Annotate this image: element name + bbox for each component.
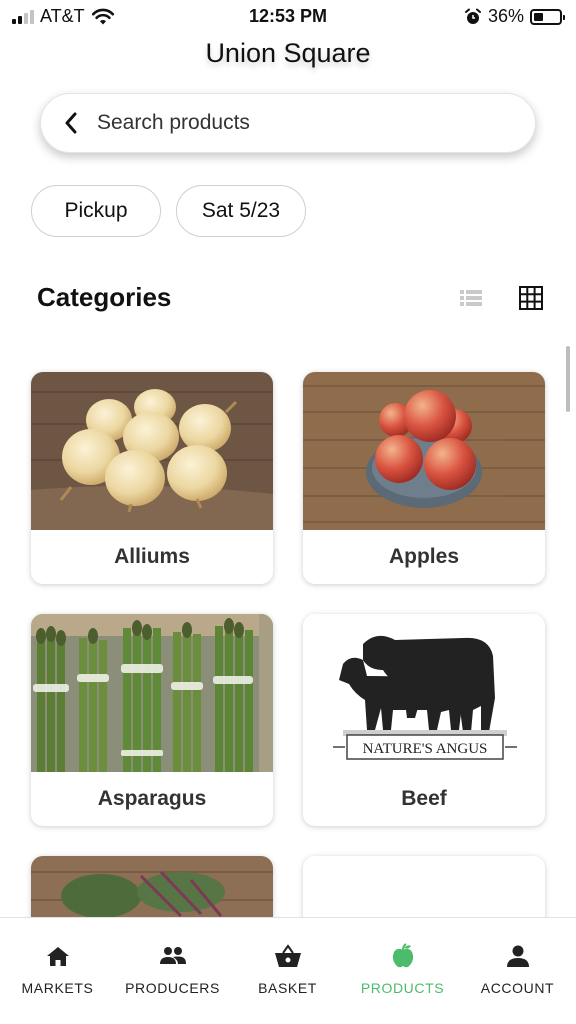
category-label: Alliums	[114, 545, 190, 568]
people-icon	[158, 942, 188, 970]
category-card-apples[interactable]: Apples	[303, 372, 545, 584]
category-card-beef[interactable]: NATURE'S ANGUS Beef	[303, 614, 545, 826]
grid-icon[interactable]	[518, 286, 544, 310]
nav-label: MARKETS	[21, 980, 94, 996]
category-label: Asparagus	[97, 787, 207, 810]
onions-photo	[31, 372, 273, 530]
apple-icon	[388, 942, 418, 970]
home-icon	[43, 942, 73, 970]
category-card-asparagus[interactable]: Asparagus	[31, 614, 273, 826]
nav-item-producers[interactable]: PRODUCERS	[115, 918, 230, 1018]
natures-angus-logo: NATURE'S ANGUS	[303, 614, 545, 772]
status-bar: AT&T 12:53 PM 36%	[0, 0, 576, 34]
person-icon	[503, 942, 533, 970]
category-card-alliums[interactable]: Alliums	[31, 372, 273, 584]
nav-item-basket[interactable]: BASKET	[230, 918, 345, 1018]
svg-text:NATURE'S ANGUS: NATURE'S ANGUS	[363, 741, 488, 757]
nav-label: PRODUCERS	[125, 980, 220, 996]
back-chevron-icon[interactable]	[63, 111, 83, 135]
pickup-filter-chip[interactable]: Pickup	[31, 185, 161, 237]
nav-label: BASKET	[258, 980, 317, 996]
basket-icon	[273, 942, 303, 970]
apples-photo	[303, 372, 545, 530]
nav-label: ACCOUNT	[480, 980, 555, 996]
category-label: Apples	[388, 545, 459, 568]
date-filter-chip[interactable]: Sat 5/23	[176, 185, 306, 237]
asparagus-photo	[31, 614, 273, 772]
nav-item-markets[interactable]: MARKETS	[0, 918, 115, 1018]
battery-level	[534, 12, 543, 21]
nav-item-products[interactable]: PRODUCTS	[345, 918, 460, 1018]
bottom-nav: MARKETS PRODUCERS BASKET PRODUCTS ACCOUN…	[0, 917, 576, 1024]
search-bar[interactable]	[40, 93, 536, 153]
categories-title: Categories	[37, 282, 172, 312]
battery-icon	[530, 8, 565, 25]
list-icon[interactable]	[458, 286, 484, 310]
category-label: Beef	[401, 787, 447, 810]
nav-label: PRODUCTS	[360, 980, 445, 996]
search-input[interactable]	[97, 111, 477, 135]
market-title: Union Square	[205, 38, 371, 68]
battery-percent: 36%	[487, 6, 524, 26]
nav-item-account[interactable]: ACCOUNT	[460, 918, 575, 1018]
alarm-icon	[464, 8, 481, 24]
scroll-indicator[interactable]	[566, 346, 570, 412]
status-right: 36%	[464, 6, 565, 27]
